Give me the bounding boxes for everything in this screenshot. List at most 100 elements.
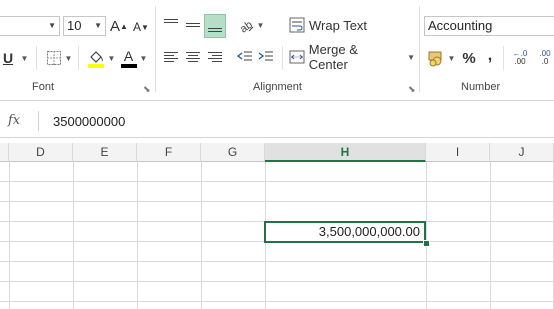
grid-row[interactable] xyxy=(0,262,554,282)
divider xyxy=(419,6,420,92)
decrease-indent-button[interactable] xyxy=(235,46,255,68)
shrink-font-button[interactable]: A ▼ xyxy=(132,16,150,38)
chevron-down-icon: ▼ xyxy=(139,53,148,63)
grow-font-button[interactable]: A ▲ xyxy=(110,15,128,37)
grid-row[interactable] xyxy=(0,282,554,302)
grid-row[interactable] xyxy=(0,242,554,262)
align-left-icon xyxy=(164,52,178,62)
alignment-group-label: Alignment xyxy=(253,81,302,93)
chevron-down-icon: ▼ xyxy=(64,53,73,63)
active-cell-h[interactable]: 3,500,000,000.00 xyxy=(264,221,426,243)
align-left-button[interactable] xyxy=(161,46,181,68)
align-right-button[interactable] xyxy=(205,46,225,68)
underline-dropdown[interactable]: ▼ xyxy=(18,48,29,68)
grid-line xyxy=(9,162,10,309)
insert-function-button[interactable]: fx xyxy=(8,113,30,129)
column-header-d[interactable]: D xyxy=(9,143,73,162)
divider xyxy=(503,46,504,70)
font-color-button[interactable]: A ▼ xyxy=(118,46,150,70)
formula-input[interactable]: 3500000000 xyxy=(53,114,125,129)
bottom-align-icon xyxy=(208,28,222,32)
chevron-down-icon: ▼ xyxy=(94,21,102,30)
font-name-combo[interactable]: ▼ xyxy=(0,16,60,36)
fill-handle[interactable] xyxy=(423,240,430,247)
divider xyxy=(78,46,79,70)
orientation-icon: ab xyxy=(238,19,254,33)
font-size-combo[interactable]: 10 ▼ xyxy=(63,16,106,36)
merge-center-button[interactable]: Merge & Center ▼ xyxy=(289,42,415,72)
decrease-decimal-button[interactable]: .00 .0 xyxy=(534,46,554,70)
font-size-value: 10 xyxy=(67,18,82,33)
underline-button[interactable]: U xyxy=(0,48,16,68)
increase-indent-button[interactable] xyxy=(256,46,276,68)
ribbon: ▼ 10 ▼ A ▲ A ▼ U ▼ ▼ ▼ A ▼ Font ⬊ ab ▼ W… xyxy=(0,0,554,101)
svg-text:ab: ab xyxy=(238,19,254,33)
merge-center-icon xyxy=(289,50,305,64)
chevron-down-icon: ▼ xyxy=(256,20,265,30)
decrease-decimal-label: .0 xyxy=(541,57,549,66)
dialog-launcher-icon[interactable]: ⬊ xyxy=(408,84,416,95)
shrink-font-label: A xyxy=(133,20,142,34)
number-format-value: Accounting xyxy=(428,18,493,33)
column-header-f[interactable]: F xyxy=(137,143,201,162)
decrease-indent-icon xyxy=(237,51,252,61)
comma-label: , xyxy=(487,47,493,64)
underline-label: U xyxy=(2,50,14,66)
column-header-g[interactable]: G xyxy=(201,143,265,162)
accounting-icon xyxy=(428,51,442,67)
wrap-text-icon xyxy=(289,17,305,33)
borders-button[interactable]: ▼ xyxy=(42,48,76,68)
grid-line xyxy=(426,162,427,309)
column-header-j[interactable]: J xyxy=(490,143,554,162)
chevron-down-icon: ▼ xyxy=(407,52,415,62)
chevron-down-icon: ▼ xyxy=(447,53,456,63)
borders-icon xyxy=(46,51,61,65)
chevron-down-icon: ▼ xyxy=(107,53,116,63)
dialog-launcher-icon[interactable]: ⬊ xyxy=(143,84,151,95)
align-center-button[interactable] xyxy=(183,46,203,68)
top-align-button[interactable] xyxy=(161,14,181,36)
percent-label: % xyxy=(462,49,476,67)
wrap-text-button[interactable]: Wrap Text xyxy=(289,14,369,36)
grid-line xyxy=(73,162,74,309)
grid-row[interactable] xyxy=(0,202,554,222)
number-format-combo[interactable]: Accounting xyxy=(424,16,554,36)
number-group-label: Number xyxy=(461,81,501,93)
grid-row[interactable] xyxy=(0,182,554,202)
grid-line xyxy=(201,162,202,309)
divider xyxy=(155,6,156,92)
divider xyxy=(282,46,283,70)
align-center-icon xyxy=(186,52,200,62)
percent-style-button[interactable]: % xyxy=(459,46,479,70)
accounting-format-button[interactable]: ▼ xyxy=(424,46,458,70)
comma-style-button[interactable]: , xyxy=(481,44,499,68)
formula-bar: fx 3500000000 xyxy=(0,107,554,138)
paint-bucket-icon xyxy=(87,51,104,68)
divider xyxy=(38,111,39,131)
wrap-text-label: Wrap Text xyxy=(309,17,368,33)
middle-align-button[interactable] xyxy=(183,14,203,36)
increase-decimal-button[interactable]: ←.0 .00 xyxy=(509,46,531,70)
divider xyxy=(36,46,37,70)
font-group-label: Font xyxy=(32,81,55,93)
column-header-partial[interactable] xyxy=(0,143,9,162)
column-header-h[interactable]: H xyxy=(265,143,426,162)
chevron-down-icon: ▼ xyxy=(20,53,29,63)
column-header-e[interactable]: E xyxy=(73,143,137,162)
font-color-icon: A xyxy=(120,49,137,68)
grid-line xyxy=(137,162,138,309)
increase-indent-icon xyxy=(258,51,273,61)
increase-decimal-label: .00 xyxy=(514,57,526,66)
bottom-align-button[interactable] xyxy=(204,14,226,38)
grid-line xyxy=(490,162,491,309)
chevron-down-icon: ▼ xyxy=(48,21,56,30)
orientation-button[interactable]: ab ▼ xyxy=(236,14,266,36)
grid-row[interactable] xyxy=(0,162,554,182)
align-right-icon xyxy=(208,52,222,62)
merge-center-label: Merge & Center xyxy=(308,42,358,72)
middle-align-icon xyxy=(186,23,200,27)
fill-color-button[interactable]: ▼ xyxy=(84,46,118,70)
column-header-i[interactable]: I xyxy=(426,143,490,162)
grow-font-label: A xyxy=(110,17,121,35)
top-align-icon xyxy=(164,19,178,23)
